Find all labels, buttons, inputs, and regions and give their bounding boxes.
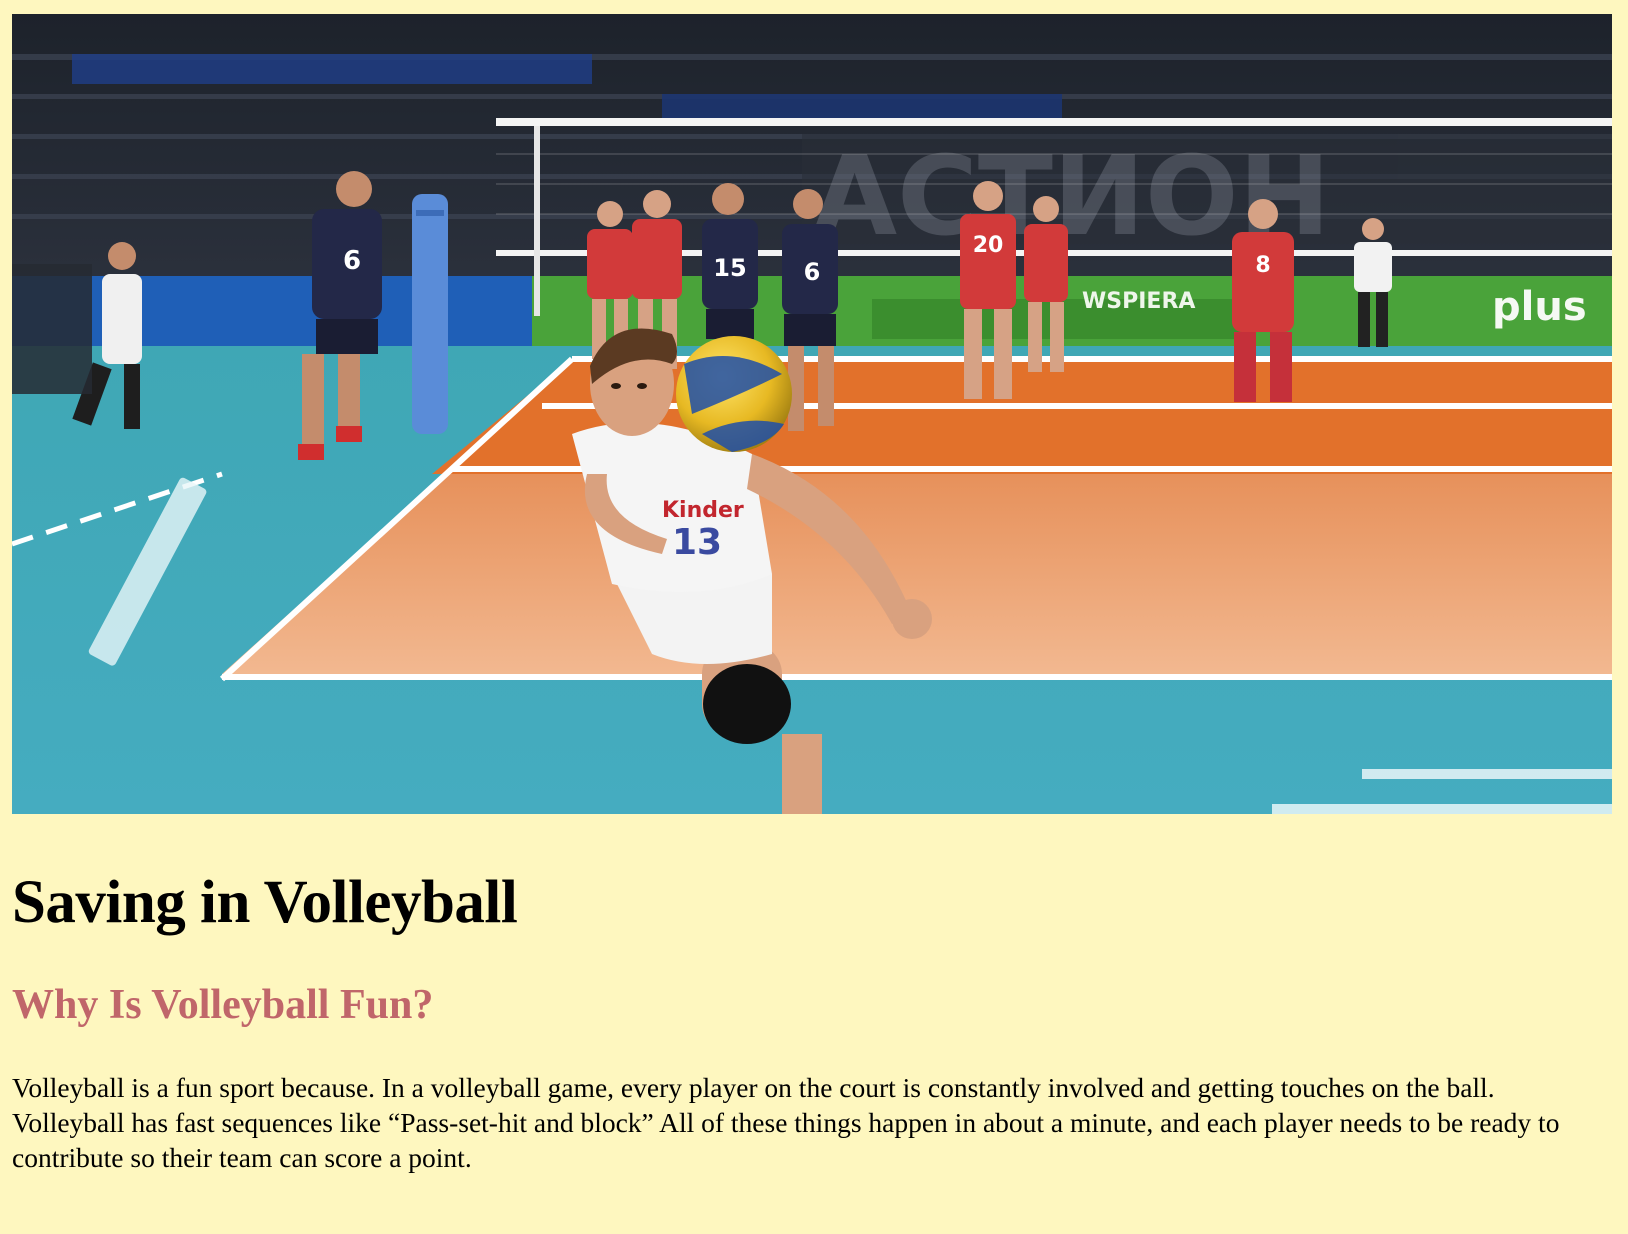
svg-text:6: 6 [804,258,821,286]
svg-text:15: 15 [713,254,746,282]
banner-text: WSPIERA [1082,289,1195,314]
svg-text:13: 13 [672,522,722,563]
section-subtitle: Why Is Volleyball Fun? [12,982,434,1028]
page-content: АСТИОН WSPIERA plus 20 8 6 15 6 Kinder 1… [12,14,1612,1175]
svg-text:8: 8 [1255,253,1270,278]
svg-text:Kinder: Kinder [662,498,744,523]
hero-image: АСТИОН WSPIERA plus 20 8 6 15 6 Kinder 1… [12,14,1612,814]
svg-text:20: 20 [973,233,1004,258]
svg-text:6: 6 [343,246,361,276]
article-body: Volleyball is a fun sport because. In a … [12,1072,1560,1173]
page-title: Saving in Volleyball [12,869,518,936]
volleyball-scene: АСТИОН WSPIERA plus 20 8 6 15 6 Kinder 1… [12,14,1612,814]
volleyball-ball [676,336,792,452]
sponsor-text: plus [1492,284,1587,330]
